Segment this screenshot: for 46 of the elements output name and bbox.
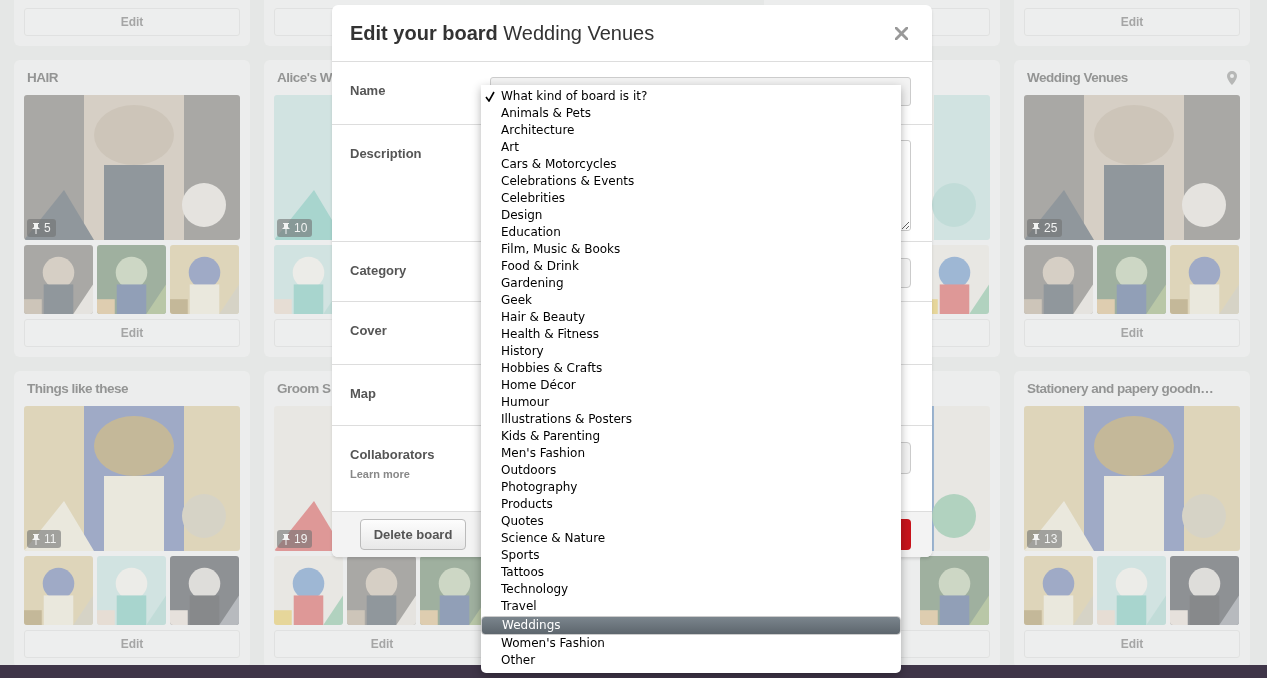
- category-option[interactable]: Products: [481, 496, 901, 513]
- field-label: Collaborators: [350, 447, 436, 462]
- pin-count: 25: [1044, 221, 1058, 235]
- pin-count: 10: [294, 221, 308, 235]
- category-option[interactable]: Film, Music & Books: [481, 241, 901, 258]
- category-option[interactable]: Illustrations & Posters: [481, 411, 901, 428]
- category-option[interactable]: History: [481, 343, 901, 360]
- pin-count: 11: [44, 532, 57, 546]
- category-option[interactable]: Men's Fashion: [481, 445, 901, 462]
- category-option[interactable]: Weddings: [481, 616, 901, 635]
- category-option[interactable]: Cars & Motorcycles: [481, 156, 901, 173]
- category-option[interactable]: Outdoors: [481, 462, 901, 479]
- delete-board-button[interactable]: Delete board: [360, 519, 466, 550]
- category-option[interactable]: Kids & Parenting: [481, 428, 901, 445]
- category-option[interactable]: Geek: [481, 292, 901, 309]
- field-label: Category: [350, 263, 408, 278]
- category-option[interactable]: Celebrities: [481, 190, 901, 207]
- category-option[interactable]: Photography: [481, 479, 901, 496]
- category-option[interactable]: Tattoos: [481, 564, 901, 581]
- category-option[interactable]: Sports: [481, 547, 901, 564]
- category-option[interactable]: Health & Fitness: [481, 326, 901, 343]
- pin-count: 19: [294, 532, 308, 546]
- category-option[interactable]: Home Décor: [481, 377, 901, 394]
- category-option[interactable]: Quotes: [481, 513, 901, 530]
- category-option[interactable]: Humour: [481, 394, 901, 411]
- category-option[interactable]: Celebrations & Events: [481, 173, 901, 190]
- category-option[interactable]: Technology: [481, 581, 901, 598]
- category-option[interactable]: Food & Drink: [481, 258, 901, 275]
- category-option[interactable]: Architecture: [481, 122, 901, 139]
- dialog-title: Edit your board Wedding Venues: [350, 21, 655, 45]
- field-label: Map: [350, 386, 377, 401]
- pin-count: 13: [1044, 532, 1058, 546]
- field-label: Name: [350, 83, 387, 98]
- field-label: Description: [350, 146, 423, 161]
- category-option[interactable]: Hobbies & Crafts: [481, 360, 901, 377]
- category-option[interactable]: Science & Nature: [481, 530, 901, 547]
- category-option[interactable]: Gardening: [481, 275, 901, 292]
- category-option[interactable]: What kind of board is it?: [481, 88, 901, 105]
- pin-count: 5: [44, 221, 51, 235]
- category-option[interactable]: Travel: [481, 598, 901, 615]
- category-option[interactable]: Hair & Beauty: [481, 309, 901, 326]
- category-option[interactable]: Animals & Pets: [481, 105, 901, 122]
- category-option[interactable]: Art: [481, 139, 901, 156]
- category-option[interactable]: Education: [481, 224, 901, 241]
- field-label: Cover: [350, 323, 388, 338]
- category-option[interactable]: Design: [481, 207, 901, 224]
